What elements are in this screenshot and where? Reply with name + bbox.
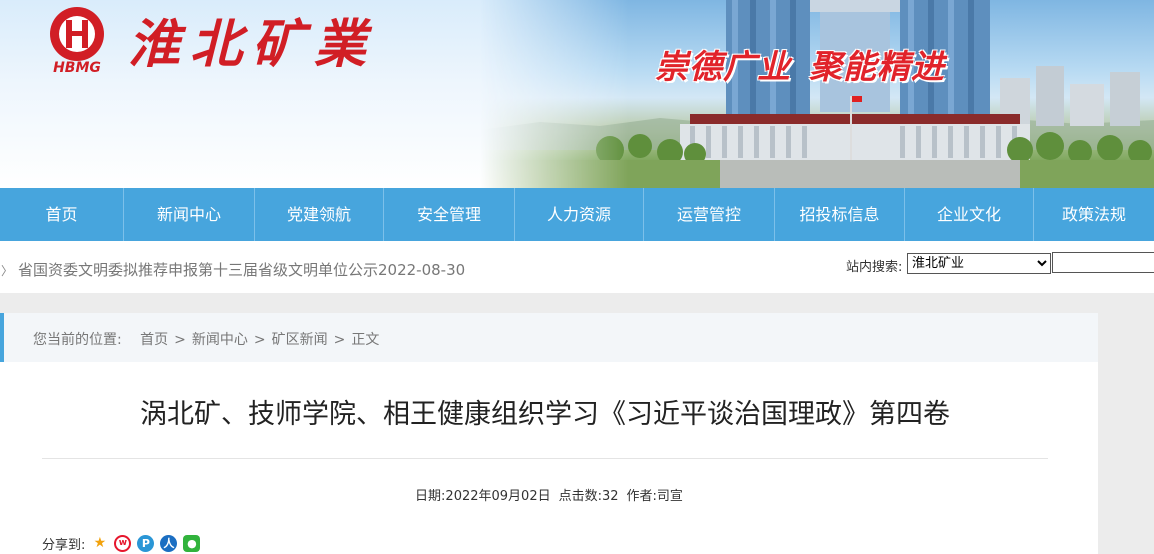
breadcrumb-home[interactable]: 首页 <box>140 332 168 348</box>
breadcrumb-separator: > <box>333 332 346 348</box>
search-label: 站内搜索: <box>846 260 903 275</box>
article-author: 作者:司宣 <box>626 489 683 504</box>
nav-item-news[interactable]: 新闻中心 <box>124 188 255 241</box>
qzone-icon[interactable]: ★ <box>91 535 108 552</box>
share-bar: 分享到: ★ w P 人 ● <box>42 534 201 553</box>
article-clicks: 点击数:32 <box>558 489 619 504</box>
logo-text: HBMG <box>53 60 101 74</box>
header-slogan: 崇德广业 聚能精进 <box>655 40 945 88</box>
scroll-arrow-icon: 〉 <box>1 264 14 278</box>
nav-item-safety[interactable]: 安全管理 <box>384 188 515 241</box>
nav-item-home[interactable]: 首页 <box>0 188 124 241</box>
breadcrumb-current: 正文 <box>351 332 380 348</box>
nav-item-bidding[interactable]: 招投标信息 <box>775 188 905 241</box>
pinterest-icon[interactable]: P <box>137 535 155 552</box>
breadcrumb-separator: > <box>174 332 186 348</box>
article-date: 日期:2022年09月02日 <box>415 489 551 504</box>
headquarters-building-image <box>480 0 1154 188</box>
hbmg-logo-icon[interactable]: HBMG <box>38 4 116 74</box>
slogan-part-1: 崇德广业 <box>655 47 791 86</box>
search-input[interactable] <box>1052 252 1154 273</box>
nav-item-culture[interactable]: 企业文化 <box>905 188 1034 241</box>
weibo-icon[interactable]: w <box>114 535 132 552</box>
wechat-icon[interactable]: ● <box>183 535 201 552</box>
breadcrumb-news-center[interactable]: 新闻中心 <box>192 332 248 348</box>
site-name[interactable]: 淮北矿業 <box>128 2 376 77</box>
header-photo <box>480 0 1154 188</box>
header-banner: HBMG 淮北矿業 崇德广业 聚能精进 <box>0 0 1154 188</box>
breadcrumb: 您当前的位置: 首页 > 新闻中心 > 矿区新闻 > 正文 <box>0 313 1098 362</box>
renren-icon[interactable]: 人 <box>160 535 178 552</box>
nav-item-policy[interactable]: 政策法规 <box>1034 188 1154 241</box>
breadcrumb-prefix: 您当前的位置: <box>33 332 122 348</box>
notice-bar: 〉 省国资委文明委拟推荐申报第十三届省级文明单位公示2022-08-30 站内搜… <box>0 241 1154 293</box>
main-nav: 首页 新闻中心 党建领航 安全管理 人力资源 运营管控 招投标信息 企业文化 政… <box>0 188 1154 241</box>
breadcrumb-separator: > <box>253 332 266 348</box>
slogan-part-2: 聚能精进 <box>809 47 945 86</box>
nav-item-hr[interactable]: 人力资源 <box>515 188 644 241</box>
article-title: 涡北矿、技师学院、相王健康组织学习《习近平谈治国理政》第四卷 <box>140 399 950 430</box>
article-panel: 您当前的位置: 首页 > 新闻中心 > 矿区新闻 > 正文 涡北矿、技师学院、相王健康组织学… <box>0 313 1098 554</box>
search-scope-select[interactable]: 淮北矿业 <box>907 253 1051 274</box>
share-label: 分享到: <box>42 538 86 553</box>
breadcrumb-mine-news[interactable]: 矿区新闻 <box>272 332 328 348</box>
nav-item-operations[interactable]: 运营管控 <box>644 188 775 241</box>
nav-item-party[interactable]: 党建领航 <box>255 188 384 241</box>
notice-link[interactable]: 省国资委文明委拟推荐申报第十三届省级文明单位公示2022-08-30 <box>18 259 465 280</box>
article-meta: 日期:2022年09月02日 点击数:32 作者:司宣 <box>0 485 1098 504</box>
title-divider <box>42 458 1048 459</box>
